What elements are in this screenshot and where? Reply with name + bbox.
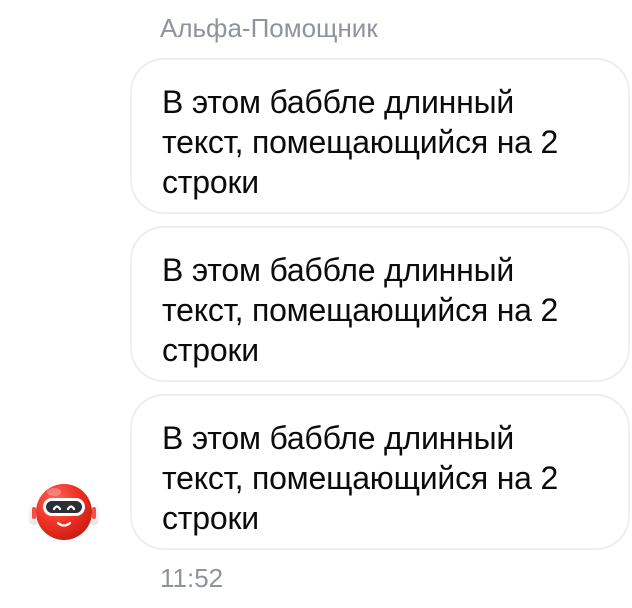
message-bubble[interactable]: В этом баббле длинный текст, помещающийс… — [130, 58, 630, 214]
assistant-avatar[interactable] — [24, 472, 104, 552]
message-text: В этом баббле длинный текст, помещающийс… — [162, 252, 559, 368]
message-text: В этом баббле длинный текст, помещающийс… — [162, 84, 559, 200]
message-bubble[interactable]: В этом баббле длинный текст, помещающийс… — [130, 226, 630, 382]
message-text: В этом баббле длинный текст, помещающийс… — [162, 420, 559, 536]
sender-name: Альфа-Помощник — [160, 13, 378, 43]
message-timestamp: 11:52 — [160, 563, 224, 593]
message-bubble[interactable]: В этом баббле длинный текст, помещающийс… — [130, 394, 630, 550]
robot-assistant-icon — [29, 484, 99, 540]
